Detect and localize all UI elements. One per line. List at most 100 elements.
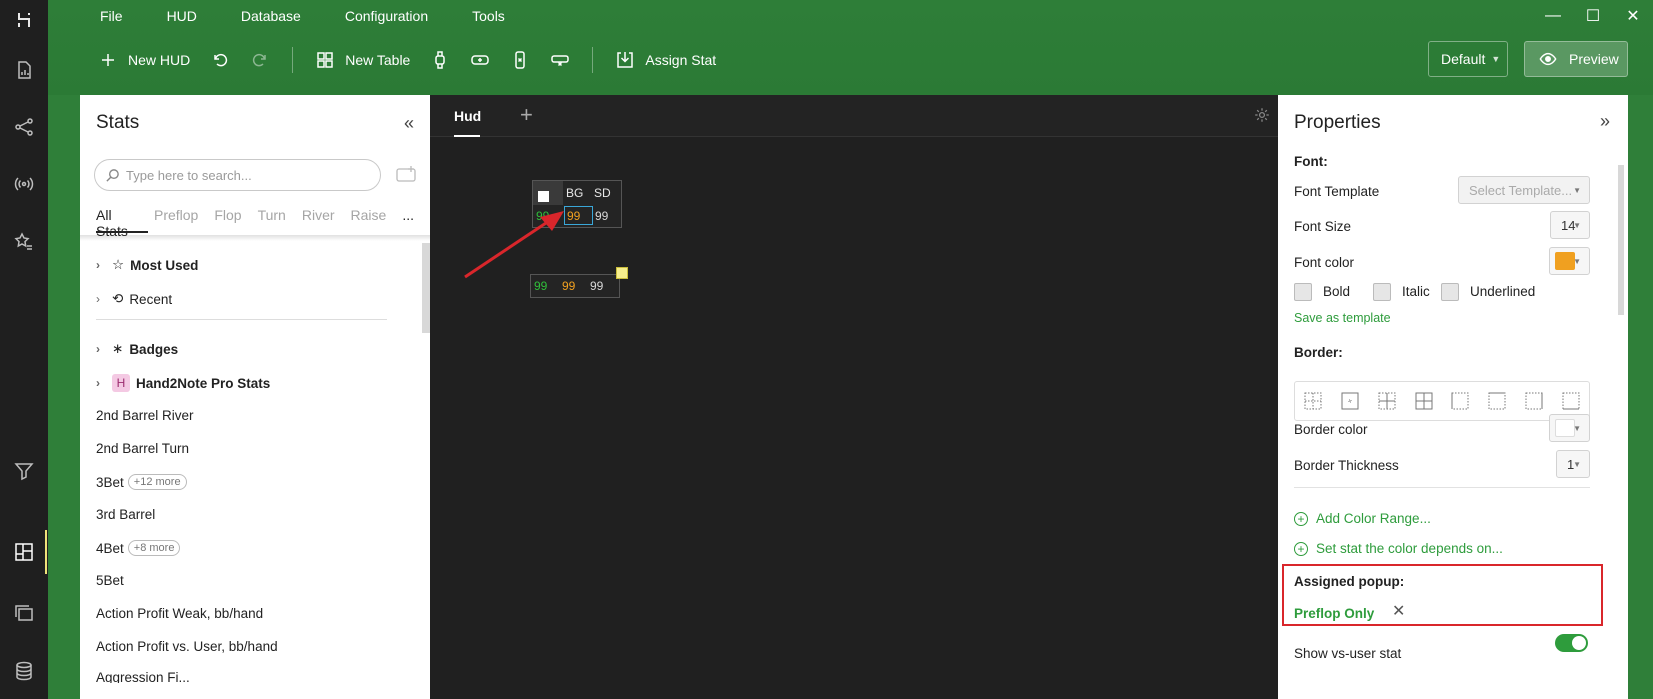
undo-icon [214,53,228,67]
minimize-icon[interactable]: — [1533,0,1573,32]
underlined-checkbox[interactable] [1441,283,1459,301]
italic-checkbox[interactable] [1373,283,1391,301]
group-badges[interactable]: › ∗ Badges [96,341,178,357]
plus-icon [102,54,114,66]
list-item[interactable]: 3rd Barrel [96,507,155,522]
list-item[interactable]: 5Bet [96,573,124,588]
font-color-label: Font color [1294,255,1355,270]
grid-icon [317,52,333,68]
stats-panel: Stats « All Stats Preflop Flop Turn Rive… [80,95,430,699]
chevron-down-icon: ▼ [1573,459,1581,469]
hud-table-2[interactable]: 99 99 99 [530,274,620,298]
hud-stat-cell[interactable]: 99 [595,209,608,223]
border-style-picker [1294,381,1590,421]
font-section-header: Font: [1294,154,1328,169]
menu-file[interactable]: File [100,8,123,24]
database-icon[interactable] [8,655,40,687]
border-color-swatch [1555,419,1575,437]
menu-configuration[interactable]: Configuration [345,8,428,24]
bold-checkbox[interactable] [1294,283,1312,301]
save-as-template-link[interactable]: Save as template [1294,311,1391,325]
border-left-icon[interactable] [1451,392,1469,410]
font-color-picker[interactable]: ▼ [1549,247,1590,275]
menu-hud[interactable]: HUD [167,8,197,24]
group-hand2note-pro[interactable]: › H Hand2Note Pro Stats [96,374,270,392]
drag-handle[interactable] [616,267,628,279]
remove-popup-icon[interactable]: ✕ [1392,601,1405,621]
group-most-used[interactable]: › ☆ Most Used [96,257,198,273]
properties-title: Properties [1294,112,1381,133]
list-item[interactable]: 2nd Barrel River [96,408,194,423]
font-template-label: Font Template [1294,184,1380,199]
group-recent[interactable]: › ⟲ Recent [96,291,172,307]
font-template-select[interactable]: Select Template... ▼ [1458,176,1590,204]
list-item[interactable]: 3Bet +12 more [96,474,187,490]
hud-stat-cell[interactable]: 99 [562,279,575,293]
gear-icon[interactable] [1254,107,1270,126]
undo-button[interactable] [200,42,240,78]
add-tab-icon[interactable]: + [520,102,533,128]
font-size-select[interactable]: 14 ▼ [1550,211,1590,239]
border-bottom-icon[interactable] [1562,392,1580,410]
active-nav-indicator [45,530,47,574]
new-hud-button[interactable]: New HUD [88,42,200,78]
preview-button[interactable]: Preview [1524,41,1628,77]
insert-cell-button[interactable] [420,42,460,78]
assign-stat-button[interactable]: Assign Stat [605,42,726,78]
share-graph-icon[interactable] [8,111,40,143]
collapse-right-icon[interactable]: » [1600,111,1610,132]
more-variants-badge[interactable]: +8 more [127,540,181,556]
menu-database[interactable]: Database [241,8,301,24]
delete-row-button[interactable] [540,42,580,78]
border-color-picker[interactable]: ▼ [1549,414,1590,442]
insert-row-button[interactable] [460,42,500,78]
filter-icon[interactable] [8,455,40,487]
list-item[interactable]: Action Profit vs. User, bb/hand [96,639,278,654]
collapse-left-icon[interactable]: « [404,113,414,134]
border-thickness-select[interactable]: 1 ▼ [1556,450,1590,478]
add-color-range-link[interactable]: + Add Color Range... [1294,511,1431,526]
border-right-icon[interactable] [1525,392,1543,410]
border-section-header: Border: [1294,345,1343,360]
star-list-icon[interactable] [8,226,40,258]
properties-scrollbar[interactable] [1618,165,1624,315]
list-item[interactable]: Aggression Fi... [96,671,190,683]
border-color-label: Border color [1294,422,1368,437]
list-item[interactable]: Action Profit Weak, bb/hand [96,606,263,621]
more-variants-badge[interactable]: +12 more [127,474,187,490]
border-top-icon[interactable] [1488,392,1506,410]
hud-header-bg[interactable]: BG [566,186,583,200]
underlined-label: Underlined [1470,284,1536,299]
list-item[interactable]: 4Bet +8 more [96,540,181,556]
new-table-button[interactable]: New Table [305,42,420,78]
close-icon[interactable]: ✕ [1613,0,1653,32]
list-item[interactable]: 2nd Barrel Turn [96,441,189,456]
show-vs-user-toggle[interactable] [1555,634,1588,652]
stats-search[interactable] [94,159,381,191]
assigned-popup-value[interactable]: Preflop Only [1294,606,1374,621]
border-all-icon[interactable] [1415,392,1433,410]
border-inner-icon[interactable] [1378,392,1396,410]
profile-dropdown[interactable]: Default ▼ [1428,41,1508,77]
hud-layout-icon[interactable] [8,536,40,568]
set-stat-color-link[interactable]: + Set stat the color depends on... [1294,541,1503,556]
tab-hud[interactable]: Hud [454,108,481,124]
broadcast-icon[interactable] [8,168,40,200]
hud-stat-cell[interactable]: 99 [534,279,547,293]
search-input[interactable] [126,167,356,183]
reports-icon[interactable] [8,54,40,86]
border-outer-icon[interactable] [1341,392,1359,410]
hud-stat-cell[interactable]: 99 [590,279,603,293]
active-tab-underline [454,135,480,137]
stats-scrollbar[interactable] [422,243,430,333]
maximize-icon[interactable]: ☐ [1573,0,1613,32]
tables-icon[interactable] [8,597,40,629]
canvas-tab-bar: Hud + [430,95,1280,137]
add-custom-stat-icon[interactable] [396,165,418,186]
delete-column-button[interactable] [500,42,540,78]
border-none-icon[interactable] [1304,392,1322,410]
menu-tools[interactable]: Tools [472,8,505,24]
hud-header-sd[interactable]: SD [594,186,611,200]
assigned-popup-label: Assigned popup: [1294,574,1405,589]
redo-button[interactable] [240,42,280,78]
